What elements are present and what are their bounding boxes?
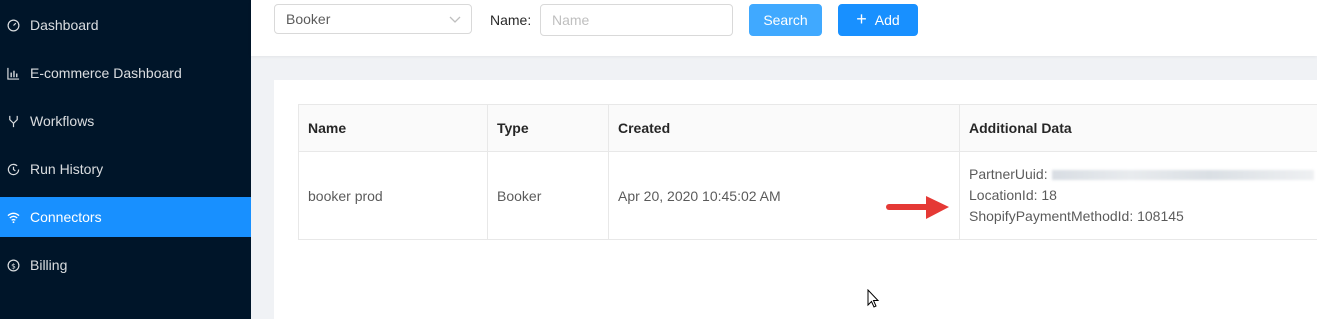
sidebar-item-label: Connectors <box>30 209 102 225</box>
location-id-line: LocationId: 18 <box>969 187 1057 203</box>
dashboard-icon <box>6 18 20 32</box>
wifi-icon <box>6 210 20 224</box>
search-button-label: Search <box>763 12 808 28</box>
cell-type: Booker <box>487 151 609 240</box>
search-button[interactable]: Search <box>749 4 822 36</box>
dollar-icon: $ <box>6 258 20 272</box>
svg-text:$: $ <box>11 261 16 270</box>
connectors-table: Name Type Created Additional Data booker… <box>298 104 1317 240</box>
type-select-value: Booker <box>286 11 331 27</box>
sidebar-item-billing[interactable]: $ Billing <box>0 245 251 285</box>
redacted-value <box>1051 170 1314 181</box>
cell-name: booker prod <box>298 151 488 240</box>
name-input[interactable] <box>540 4 733 36</box>
sidebar-item-run-history[interactable]: Run History <box>0 149 251 189</box>
sidebar-item-label: Workflows <box>30 113 95 129</box>
plus-icon: + <box>856 9 867 29</box>
sidebar-item-label: Billing <box>30 257 68 273</box>
cell-additional-data: PartnerUuid: LocationId: 18 ShopifyPayme… <box>959 151 1317 240</box>
sidebar-item-connectors[interactable]: Connectors <box>0 197 251 237</box>
sidebar-item-dashboard[interactable]: Dashboard <box>0 5 251 45</box>
partner-uuid-label: PartnerUuid: <box>969 166 1048 182</box>
add-button[interactable]: + Add <box>838 4 918 36</box>
history-icon <box>6 162 20 176</box>
sidebar: Dashboard E-commerce Dashboard Workflows… <box>0 0 251 319</box>
shopify-payment-line: ShopifyPaymentMethodId: 108145 <box>969 208 1184 224</box>
bar-chart-icon <box>6 66 20 80</box>
column-header-additional-data[interactable]: Additional Data <box>959 104 1317 152</box>
table-row[interactable]: booker prod Booker Apr 20, 2020 10:45:02… <box>298 151 1317 240</box>
add-button-label: Add <box>874 12 900 28</box>
name-label: Name: <box>490 12 532 28</box>
sidebar-item-label: E-commerce Dashboard <box>30 65 182 81</box>
sidebar-item-workflows[interactable]: Workflows <box>0 101 251 141</box>
sidebar-item-ecommerce-dashboard[interactable]: E-commerce Dashboard <box>0 53 251 93</box>
content-panel: Name Type Created Additional Data booker… <box>274 80 1317 319</box>
partner-uuid-line: PartnerUuid: <box>969 164 1317 185</box>
table-header-row: Name Type Created Additional Data <box>298 104 1317 152</box>
chevron-down-icon <box>449 16 461 23</box>
column-header-created[interactable]: Created <box>608 104 960 152</box>
annotation-arrow-icon <box>886 196 949 219</box>
filter-bar: Booker Name: Search + Add <box>251 0 1317 56</box>
column-header-name[interactable]: Name <box>298 104 488 152</box>
sidebar-item-label: Dashboard <box>30 17 99 33</box>
branch-icon <box>6 114 20 128</box>
sidebar-item-label: Run History <box>30 161 104 177</box>
type-select[interactable]: Booker <box>274 4 472 34</box>
column-header-type[interactable]: Type <box>487 104 609 152</box>
mouse-cursor-icon <box>867 289 880 308</box>
